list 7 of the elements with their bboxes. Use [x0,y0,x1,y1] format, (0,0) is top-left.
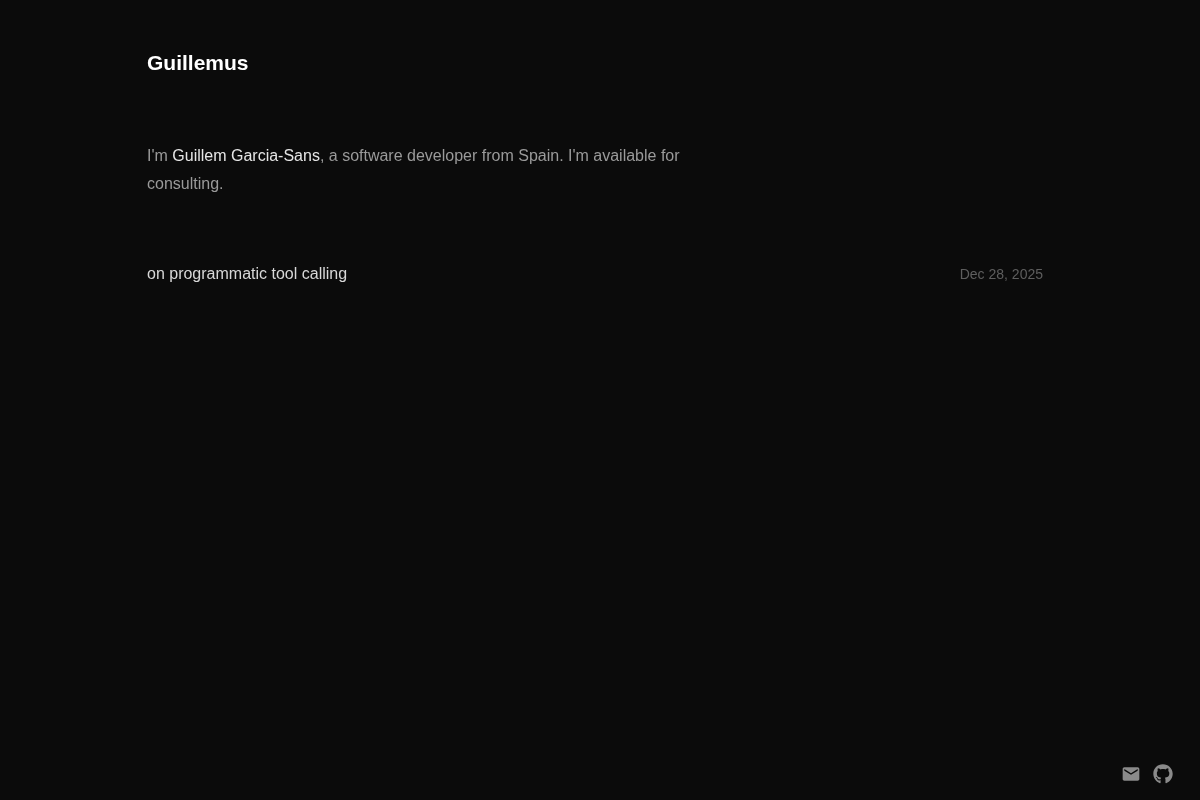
name-link[interactable]: Guillem Garcia-Sans [172,147,320,164]
mail-icon[interactable] [1121,764,1141,784]
github-icon[interactable] [1153,764,1173,784]
site-title[interactable]: Guillemus [147,50,249,76]
intro-paragraph: I'm Guillem Garcia-Sans, a software developer from Spain. I'm available for consulting. [147,146,681,194]
post-date: Dec 28, 2025 [959,265,1043,284]
post-title-link[interactable]: on programmatic tool calling [147,262,348,286]
